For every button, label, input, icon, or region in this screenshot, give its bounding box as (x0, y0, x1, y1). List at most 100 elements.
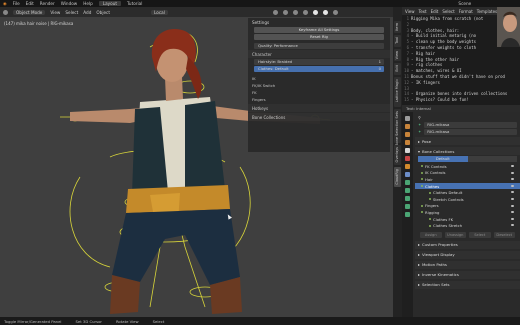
viewport-menu-object[interactable]: Object (96, 10, 110, 15)
bone-collection-item[interactable]: Clothes (415, 182, 520, 190)
collection-tab-other[interactable] (467, 156, 517, 162)
te-menu-templates[interactable]: Templates (477, 9, 497, 14)
viewport-display-section-header[interactable]: ▸ Viewport Display (415, 250, 520, 259)
menu-edit[interactable]: Edit (26, 1, 34, 6)
inverse-kinematics-section-header[interactable]: ▸ Inverse Kinematics (415, 270, 520, 279)
character-section-header[interactable]: Character (248, 50, 390, 58)
te-menu-text[interactable]: Text (419, 9, 427, 14)
visibility-icon[interactable] (272, 9, 278, 15)
gizmo-icon[interactable] (282, 9, 288, 15)
text-line[interactable]: 15- Physics? Could be fun! (402, 97, 520, 103)
hotkeys-section-header[interactable]: Hotkeys (248, 104, 390, 112)
scene-tab-icon[interactable] (405, 148, 410, 153)
hairstyle-field[interactable]: Hairstyle: Braided 1 (254, 59, 384, 65)
data-name-field[interactable]: RIG-mikasa (424, 128, 517, 135)
eye-icon[interactable] (511, 204, 514, 207)
blender-logo-icon[interactable]: ◉ (3, 1, 7, 6)
quality-selector[interactable]: Quality: Performance (254, 43, 384, 49)
clothes-field[interactable]: Clothes: Default 0 (254, 66, 384, 72)
workspace-tab-layout[interactable]: Layout (98, 1, 122, 6)
workspace-tab-tutorial[interactable]: Tutorial (127, 1, 142, 6)
ik-subpanel[interactable]: IK (248, 75, 390, 82)
eye-icon[interactable] (511, 197, 514, 200)
tool-tab-icon[interactable] (405, 116, 410, 121)
physics-tab-icon[interactable] (405, 180, 410, 185)
menu-file[interactable]: File (13, 1, 20, 6)
world-tab-icon[interactable] (405, 156, 410, 161)
deselect-button[interactable]: Deselect (493, 231, 515, 238)
te-menu-edit[interactable]: Edit (431, 9, 439, 14)
bone-collection-item[interactable]: Hair (415, 176, 520, 183)
bone-tab-icon[interactable] (405, 204, 410, 209)
sidebar-tab-overlays[interactable]: Overlays (394, 145, 401, 165)
bone-collection-item[interactable]: Rigging (415, 209, 520, 216)
eye-icon[interactable] (511, 184, 514, 187)
reset-rig-button[interactable]: Reset Rig (254, 34, 384, 40)
eye-icon[interactable] (511, 165, 514, 167)
eye-icon[interactable] (511, 217, 514, 220)
constraint-tab-icon[interactable] (405, 188, 410, 193)
sidebar-tab-edit[interactable]: Edit (394, 63, 401, 75)
orientation-selector[interactable]: Local (151, 9, 168, 15)
bone-collection-item[interactable]: Clothes Default (415, 189, 520, 196)
shading-rendered-icon[interactable] (332, 9, 338, 15)
selection-sets-section-header[interactable]: ▸ Selection Sets (415, 280, 520, 289)
fk-subpanel[interactable]: FK (248, 89, 390, 96)
menu-window[interactable]: Window (61, 1, 78, 6)
object-name-field[interactable]: RIG-mikasa (424, 121, 517, 128)
mode-selector[interactable]: Object Mode (13, 9, 46, 15)
object-tab-icon[interactable] (405, 164, 410, 169)
select-button[interactable]: Select (469, 231, 491, 238)
render-tab-icon[interactable] (405, 124, 410, 129)
view-layer-tab-icon[interactable] (405, 140, 410, 145)
shading-solid-icon[interactable] (312, 9, 318, 15)
bone-collection-item[interactable]: IK Controls (415, 170, 520, 177)
xray-icon[interactable] (302, 9, 308, 15)
bone-collections-section-header[interactable]: ▾ Bone Collections (415, 147, 520, 155)
te-menu-format[interactable]: Format (459, 9, 473, 14)
bone-constraint-tab-icon[interactable] (405, 212, 410, 217)
modifier-tab-icon[interactable] (405, 172, 410, 177)
eye-icon[interactable] (511, 171, 514, 174)
assign-button[interactable]: Assign (420, 231, 442, 238)
3d-viewport[interactable]: Object Mode View Select Add Object Local… (0, 7, 393, 317)
sidebar-tab-cloudrig[interactable]: CloudRig (394, 167, 401, 187)
sidebar-tab-item[interactable]: Item (394, 21, 401, 33)
bone-collections-section-header[interactable]: Bone Collections (248, 113, 390, 121)
eye-icon[interactable] (511, 191, 514, 194)
bone-collection-item[interactable]: Clothes Stretch (415, 222, 520, 229)
menu-help[interactable]: Help (83, 1, 93, 6)
collection-tab-default[interactable]: Default (418, 156, 468, 162)
bone-collection-item[interactable]: Fingers (415, 203, 520, 210)
te-menu-view[interactable]: View (405, 9, 415, 14)
overlay-icon[interactable] (292, 9, 298, 15)
keyframe-all-settings-button[interactable]: Keyframe All Settings (254, 27, 384, 33)
sidebar-tab-bone-selection-sets[interactable]: Bone Selection Sets (394, 109, 401, 146)
armature-data-tab-icon[interactable] (405, 196, 410, 201)
eye-icon[interactable] (511, 211, 514, 214)
unassign-button[interactable]: Unassign (444, 231, 466, 238)
viewport-menu-select[interactable]: Select (65, 10, 78, 15)
scene-selector[interactable]: Scene (458, 1, 471, 6)
properties-editor[interactable]: ⚲ ✦ RIG-mikasa ✦ RIG-mikasa ▸ Pose ▾ Bon… (402, 112, 520, 317)
sidebar-tab-lattice-magic[interactable]: Lattice Magic (394, 77, 401, 107)
sidebar-tab-tool[interactable]: Tool (394, 35, 401, 47)
menu-render[interactable]: Render (40, 1, 55, 6)
pose-section-header[interactable]: ▸ Pose (415, 137, 520, 145)
bone-collection-item[interactable]: Clothes FK (415, 216, 520, 223)
eye-icon[interactable] (511, 224, 514, 227)
motion-paths-section-header[interactable]: ▸ Motion Paths (415, 260, 520, 269)
custom-properties-section-header[interactable]: ▸ Custom Properties (415, 240, 520, 249)
eye-icon[interactable] (511, 178, 514, 181)
sidebar-tab-view[interactable]: View (394, 49, 401, 61)
bone-collection-item[interactable]: FK Controls (415, 163, 520, 170)
bone-collection-item[interactable]: Stretch Controls (415, 196, 520, 203)
te-menu-select[interactable]: Select (442, 9, 454, 14)
viewport-menu-view[interactable]: View (50, 10, 60, 15)
output-tab-icon[interactable] (405, 132, 410, 137)
search-icon[interactable]: ⚲ (418, 115, 421, 120)
fingers-subpanel[interactable]: Fingers (248, 96, 390, 103)
shading-material-icon[interactable] (322, 9, 328, 15)
n-panel-settings-title[interactable]: Settings (248, 18, 390, 26)
fk-ik-switch-subpanel[interactable]: FK/IK Switch (248, 82, 390, 89)
